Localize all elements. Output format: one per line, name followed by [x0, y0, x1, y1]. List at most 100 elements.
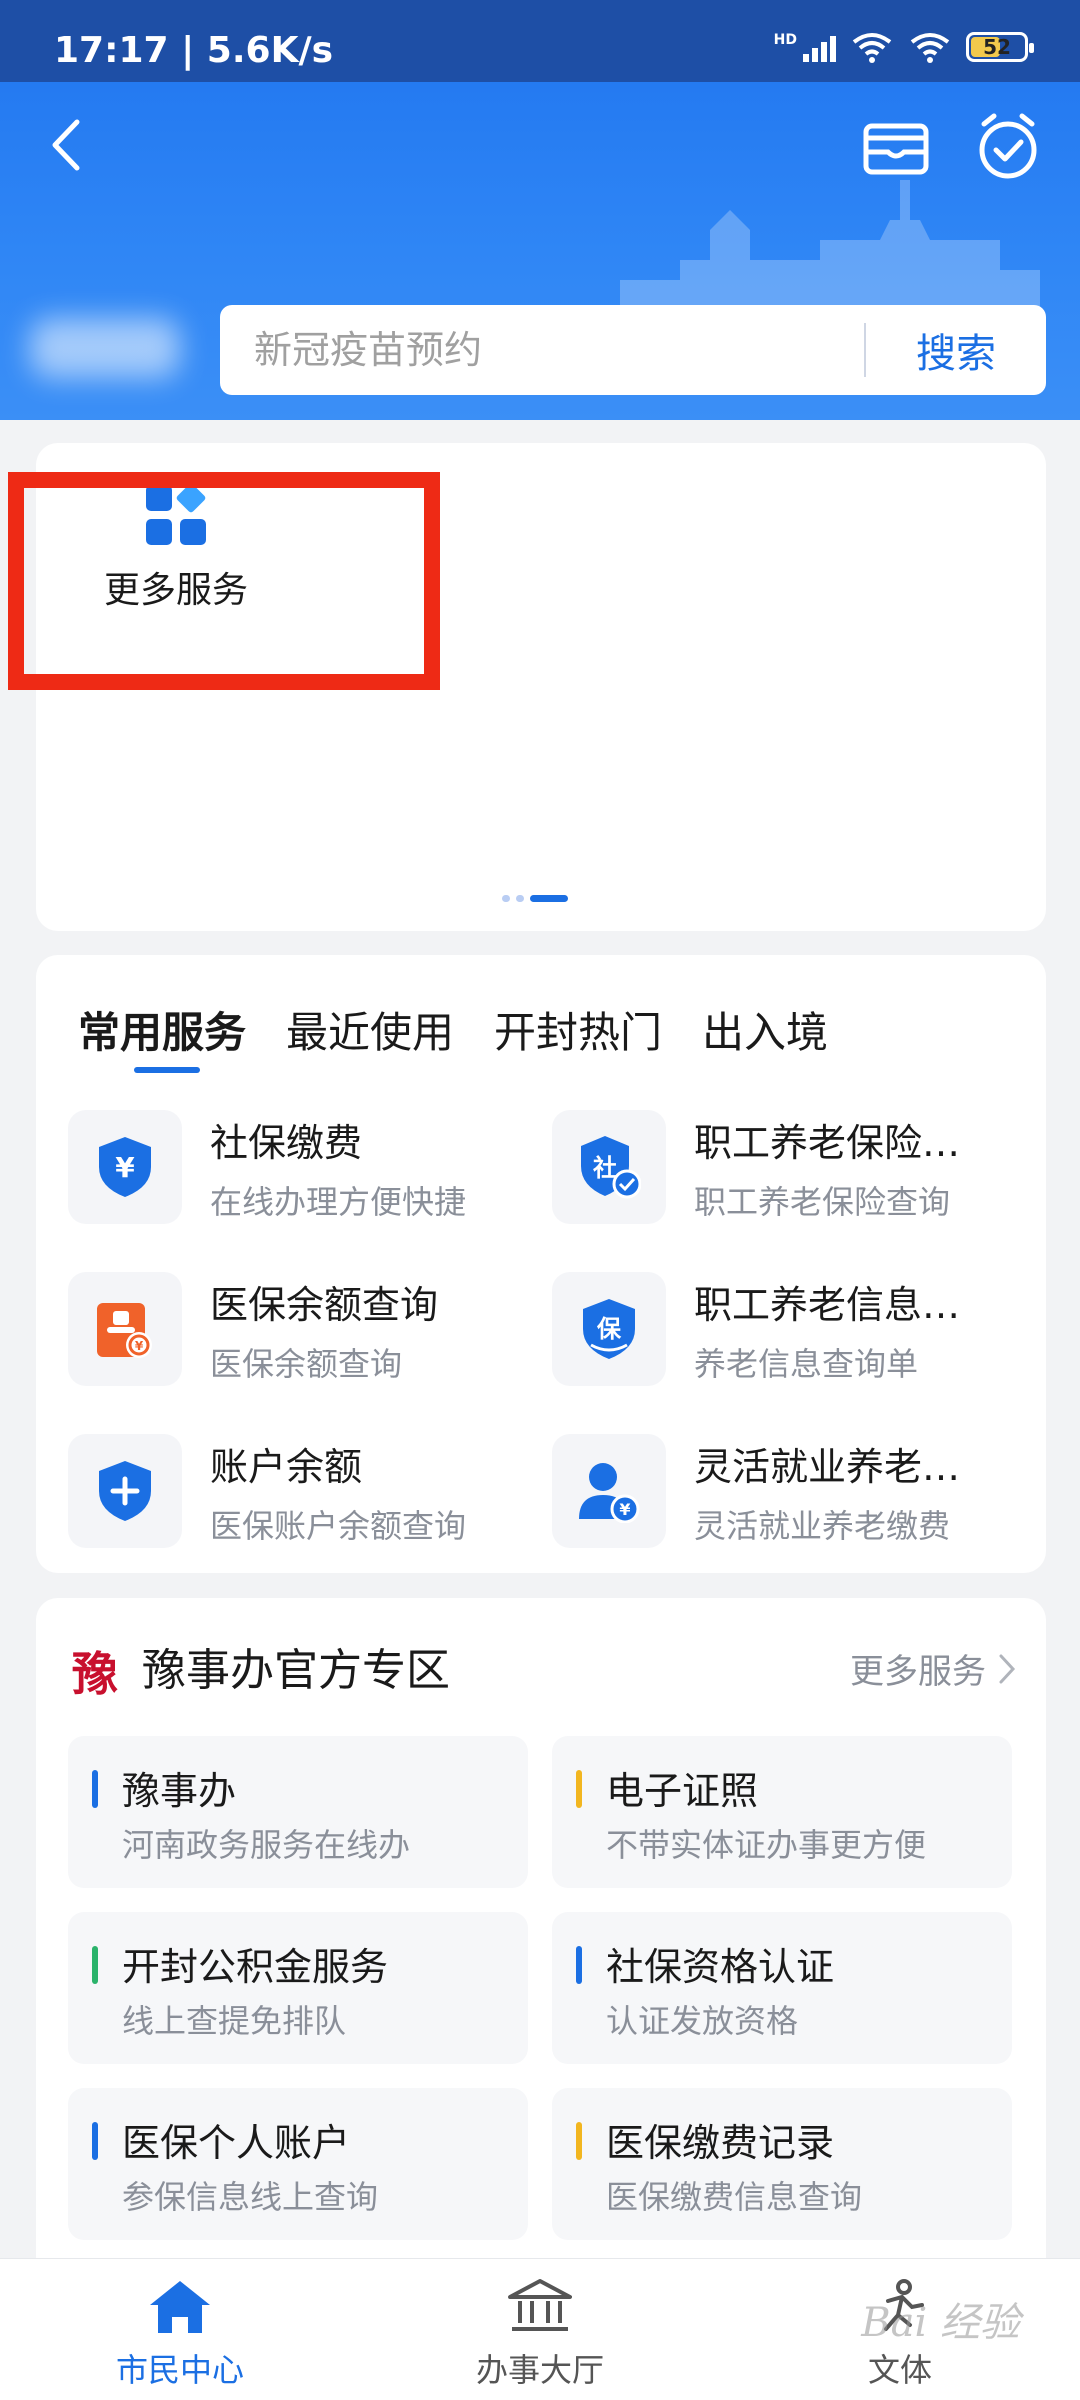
svg-text:社: 社: [593, 1154, 617, 1182]
tab-kaifeng-hot[interactable]: 开封热门: [494, 999, 662, 1060]
page-dot-active: [530, 895, 568, 902]
service-title: 灵活就业养老…: [694, 1444, 961, 1489]
yushiban-logo: 豫: [72, 1647, 118, 1701]
back-button[interactable]: [36, 110, 96, 180]
social-insurance-shield-icon: 社: [552, 1110, 666, 1224]
alarm-button[interactable]: [970, 108, 1046, 184]
svg-text:保: 保: [596, 1315, 622, 1343]
svg-text:¥: ¥: [115, 1151, 135, 1184]
service-tabs: 常用服务 最近使用 开封热门 出入境: [78, 999, 828, 1060]
bank-building-icon: [508, 2279, 572, 2331]
service-item[interactable]: 社 职工养老保险… 职工养老保险查询: [552, 1107, 1022, 1227]
zone-item-e-certificate[interactable]: 电子证照 不带实体证办事更方便: [552, 1736, 1012, 1888]
common-services-card: 常用服务 最近使用 开封热门 出入境 ¥ 社保缴费 在线办理方便快捷 社 职工养…: [36, 955, 1046, 1573]
city-selector[interactable]: [30, 318, 180, 378]
service-subtitle: 灵活就业养老缴费: [694, 1506, 951, 1545]
battery-level: 52: [983, 35, 1011, 59]
zone-title: 豫事办: [122, 1769, 237, 1813]
search-button[interactable]: 搜索: [866, 321, 1046, 379]
service-subtitle: 养老信息查询单: [694, 1344, 919, 1383]
page-dot: [502, 895, 510, 902]
svg-text:¥: ¥: [135, 1339, 144, 1353]
zone-subtitle: 参保信息线上查询: [122, 2178, 379, 2216]
service-item[interactable]: ¥ 社保缴费 在线办理方便快捷: [68, 1107, 538, 1227]
zone-item-payment-record[interactable]: 医保缴费记录 医保缴费信息查询: [552, 2088, 1012, 2240]
zone-title: 医保个人账户: [122, 2121, 351, 2165]
service-title: 社保缴费: [210, 1120, 363, 1165]
zone-item-housing-fund[interactable]: 开封公积金服务 线上查提免排队: [68, 1912, 528, 2064]
status-bar: 17:17 | 5.6K/s HD 52: [0, 0, 1080, 82]
card-holder-button[interactable]: [860, 112, 932, 184]
zone-accent-bar: [92, 1770, 98, 1808]
signal-icon: [803, 32, 836, 62]
zone-item-yushiban[interactable]: 豫事办 河南政务服务在线办: [68, 1736, 528, 1888]
zone-subtitle: 河南政务服务在线办: [122, 1826, 411, 1864]
service-title: 职工养老信息…: [694, 1282, 961, 1327]
tab-common-services[interactable]: 常用服务: [78, 999, 246, 1060]
service-title: 职工养老保险…: [694, 1120, 961, 1165]
service-item[interactable]: ¥ 灵活就业养老… 灵活就业养老缴费: [552, 1431, 1022, 1551]
home-icon: [150, 2281, 210, 2333]
user-yuan-icon: ¥: [552, 1434, 666, 1548]
chevron-right-icon: [999, 1654, 1016, 1683]
more-link-label: 更多服务: [850, 1652, 986, 1692]
watermark: Bai 经验: [861, 2300, 1020, 2346]
zone-title: 社保资格认证: [606, 1945, 835, 1989]
highlight-annotation: [8, 472, 440, 690]
page-indicator: [502, 895, 568, 902]
city-skyline-decoration: [620, 180, 1040, 310]
service-subtitle: 医保余额查询: [210, 1344, 403, 1383]
status-time: 17:17 | 5.6K/s: [54, 30, 334, 71]
battery-icon: 52: [966, 32, 1034, 62]
zone-subtitle: 线上查提免排队: [122, 2002, 347, 2040]
svg-text:¥: ¥: [619, 1500, 630, 1519]
service-title: 医保余额查询: [210, 1282, 439, 1327]
search-bar: 搜索: [220, 305, 1046, 395]
page-title: [260, 112, 820, 172]
nav-label: 文体: [867, 2351, 932, 2389]
zone-accent-bar: [92, 1946, 98, 1984]
zone-title: 电子证照: [606, 1769, 759, 1813]
zone-subtitle: 不带实体证办事更方便: [606, 1826, 927, 1864]
official-zone-more-link[interactable]: 更多服务: [850, 1644, 1016, 1693]
service-item[interactable]: ¥ 医保余额查询 医保余额查询: [68, 1269, 538, 1389]
chevron-left-icon: [52, 119, 80, 171]
service-title: 账户余额: [210, 1444, 363, 1489]
page-dot: [516, 895, 524, 902]
service-subtitle: 医保账户余额查询: [210, 1506, 467, 1545]
alarm-check-icon: [979, 113, 1037, 179]
service-subtitle: 职工养老保险查询: [694, 1182, 951, 1221]
zone-subtitle: 认证发放资格: [606, 2002, 799, 2040]
service-subtitle: 在线办理方便快捷: [210, 1182, 467, 1221]
nav-citizen-center[interactable]: 市民中心: [0, 2259, 360, 2400]
status-icons: HD 52: [773, 30, 1034, 64]
nav-label: 市民中心: [115, 2351, 244, 2389]
yuan-shield-icon: ¥: [68, 1110, 182, 1224]
header: 17:17 | 5.6K/s HD 52 新冠疫苗预约 搜索: [0, 0, 1080, 420]
zone-title: 医保缴费记录: [606, 2121, 835, 2165]
medical-card-icon: ¥: [68, 1272, 182, 1386]
nav-service-hall[interactable]: 办事大厅: [360, 2259, 720, 2400]
zone-accent-bar: [576, 1946, 582, 1984]
tab-immigration[interactable]: 出入境: [702, 999, 828, 1060]
zone-accent-bar: [92, 2122, 98, 2160]
tab-recent[interactable]: 最近使用: [286, 999, 454, 1060]
wifi-plus-icon: [852, 33, 892, 63]
service-item[interactable]: 账户余额 医保账户余额查询: [68, 1431, 538, 1551]
zone-subtitle: 医保缴费信息查询: [606, 2178, 863, 2216]
zone-accent-bar: [576, 2122, 582, 2160]
service-item[interactable]: 保 职工养老信息… 养老信息查询单: [552, 1269, 1022, 1389]
official-zone-title: 豫事办官方专区: [142, 1645, 450, 1696]
guarantee-shield-icon: 保: [552, 1272, 666, 1386]
network-type: HD: [773, 32, 797, 48]
zone-title: 开封公积金服务: [122, 1945, 389, 1989]
plus-shield-icon: [68, 1434, 182, 1548]
wifi-icon: [910, 33, 950, 63]
zone-item-medical-account[interactable]: 医保个人账户 参保信息线上查询: [68, 2088, 528, 2240]
official-zone-card: 豫 豫事办官方专区 更多服务 豫事办 河南政务服务在线办 电子证照 不带实体证办…: [36, 1598, 1046, 2258]
zone-item-qualification[interactable]: 社保资格认证 认证发放资格: [552, 1912, 1012, 2064]
nav-label: 办事大厅: [475, 2351, 604, 2389]
active-tab-indicator: [134, 1067, 200, 1073]
search-input[interactable]: [220, 328, 864, 372]
zone-accent-bar: [576, 1770, 582, 1808]
